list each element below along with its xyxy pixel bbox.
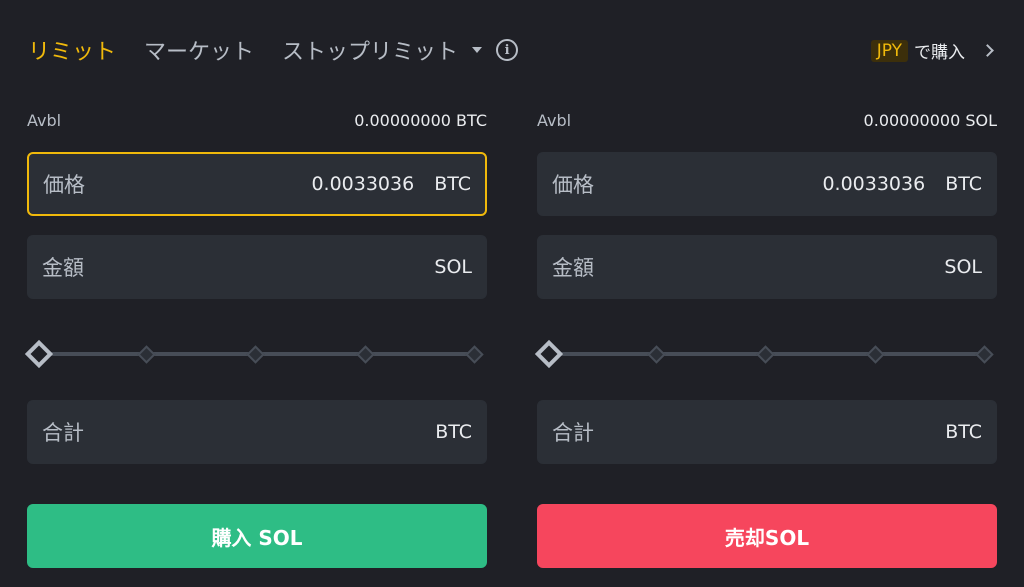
tab-stop-limit-label: ストップリミット: [282, 40, 459, 65]
tab-limit[interactable]: リミット: [28, 34, 116, 66]
buy-total-input[interactable]: 合計 BTC: [27, 400, 487, 464]
caret-down-icon[interactable]: [472, 47, 483, 53]
price-label: 価格: [552, 173, 594, 197]
sell-amount-slider[interactable]: [534, 339, 997, 369]
slider-mark-100[interactable]: [975, 345, 994, 364]
sell-button[interactable]: 売却SOL: [537, 504, 997, 568]
slider-mark-100[interactable]: [465, 345, 484, 364]
info-icon[interactable]: i: [496, 39, 519, 61]
amount-unit: SOL: [434, 256, 472, 278]
slider-handle[interactable]: [24, 339, 54, 369]
buy-price-input[interactable]: 価格 0.0033036 BTC: [27, 152, 487, 216]
total-label: 合計: [42, 421, 84, 445]
avbl-label: Avbl: [27, 110, 62, 130]
amount-unit: SOL: [944, 256, 982, 278]
price-unit: BTC: [945, 173, 982, 195]
buy-with-label: で購入: [914, 43, 965, 63]
currency-badge: JPY: [870, 39, 908, 62]
amount-label: 金額: [42, 256, 84, 280]
order-type-tabs: リミット マーケット ストップリミット i: [28, 28, 519, 72]
sell-form: Avbl 0.00000000 SOL 価格 0.0033036 BTC 金額 …: [534, 104, 997, 568]
slider-mark-50[interactable]: [246, 345, 265, 364]
slider-mark-25[interactable]: [137, 345, 156, 364]
buy-with-fiat-link[interactable]: JPY で購入: [870, 38, 994, 63]
buy-form: Avbl 0.00000000 BTC 価格 0.0033036 BTC 金額 …: [24, 104, 487, 568]
avbl-label: Avbl: [537, 110, 572, 130]
sell-available: Avbl 0.00000000 SOL: [537, 104, 997, 136]
buy-available: Avbl 0.00000000 BTC: [27, 104, 487, 136]
slider-handle[interactable]: [534, 339, 564, 369]
slider-mark-75[interactable]: [356, 345, 375, 364]
total-unit: BTC: [945, 421, 982, 443]
spot-order-panel: リミット マーケット ストップリミット i JPY で購入 Avbl 0.000…: [0, 0, 1024, 587]
slider-mark-75[interactable]: [866, 345, 885, 364]
total-label: 合計: [552, 421, 594, 445]
chevron-right-icon: [981, 44, 994, 57]
tab-market[interactable]: マーケット: [144, 34, 254, 66]
buy-amount-slider[interactable]: [24, 339, 487, 369]
amount-label: 金額: [552, 256, 594, 280]
tab-stop-limit[interactable]: ストップリミット i: [282, 34, 519, 66]
price-unit: BTC: [434, 173, 471, 195]
sell-price-input[interactable]: 価格 0.0033036 BTC: [537, 152, 997, 216]
sell-total-input[interactable]: 合計 BTC: [537, 400, 997, 464]
buy-button[interactable]: 購入 SOL: [27, 504, 487, 568]
avbl-value: 0.00000000 BTC: [354, 110, 487, 130]
slider-mark-50[interactable]: [756, 345, 775, 364]
price-label: 価格: [43, 173, 85, 197]
total-unit: BTC: [435, 421, 472, 443]
sell-amount-input[interactable]: 金額 SOL: [537, 235, 997, 299]
avbl-value: 0.00000000 SOL: [863, 110, 997, 130]
slider-mark-25[interactable]: [647, 345, 666, 364]
price-value: 0.0033036: [311, 173, 415, 195]
price-value: 0.0033036: [822, 173, 926, 195]
buy-amount-input[interactable]: 金額 SOL: [27, 235, 487, 299]
